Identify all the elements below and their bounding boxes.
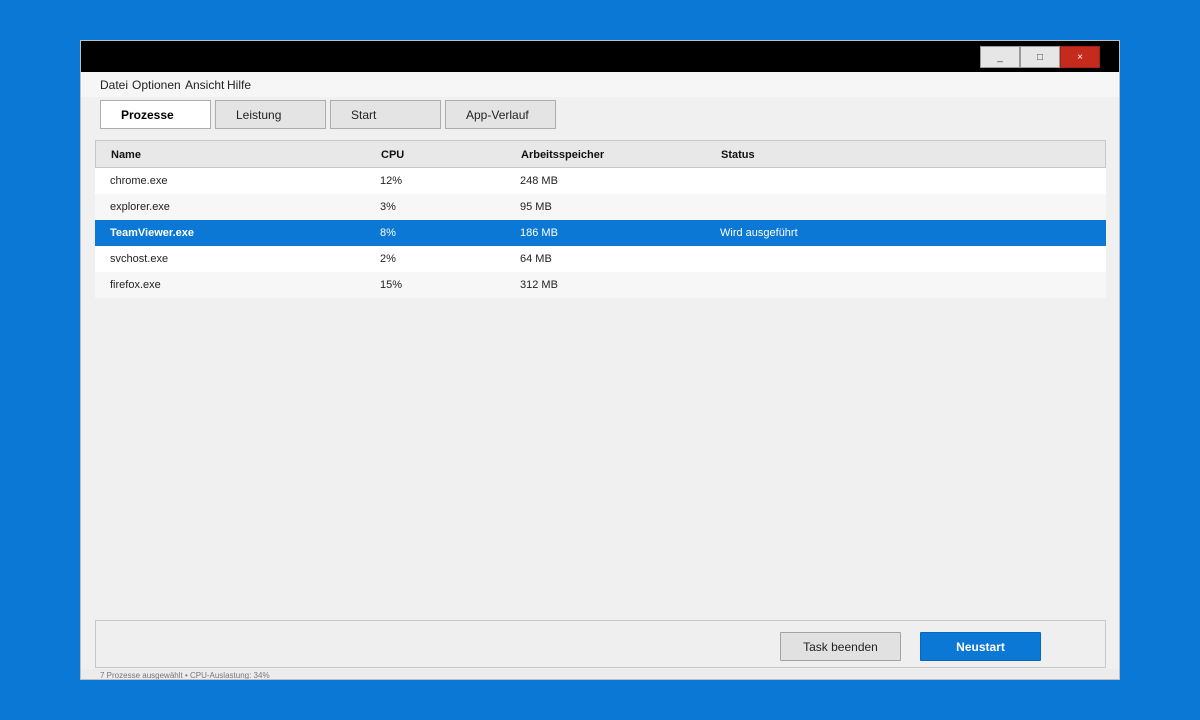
column-header-name[interactable]: Name: [111, 149, 141, 161]
menu-datei[interactable]: Datei: [100, 78, 128, 92]
menu-hilfe[interactable]: Hilfe: [227, 78, 251, 92]
process-cpu: 15%: [380, 279, 403, 291]
table-row[interactable]: svchost.exe 2% 64 MB: [95, 246, 1106, 272]
process-memory: 186 MB: [520, 227, 558, 239]
task-manager-window: _ □ × Datei Optionen Ansicht Hilfe Proze…: [80, 40, 1120, 680]
column-header-cpu[interactable]: CPU: [381, 149, 404, 161]
tab-leistung[interactable]: Leistung: [215, 100, 326, 129]
menu-bar: Datei Optionen Ansicht Hilfe: [81, 72, 1119, 97]
process-name: TeamViewer.exe: [110, 227, 194, 239]
close-button[interactable]: ×: [1060, 46, 1100, 68]
end-task-button[interactable]: Task beenden: [780, 632, 901, 661]
table-header: Name CPU Arbeitsspeicher Status: [95, 140, 1106, 168]
process-name: explorer.exe: [110, 201, 170, 213]
minimize-icon: _: [997, 51, 1003, 63]
column-header-status[interactable]: Status: [721, 149, 755, 161]
process-name: svchost.exe: [110, 253, 169, 265]
status-bar: 7 Prozesse ausgewählt • CPU-Auslastung: …: [81, 669, 1119, 680]
process-memory: 64 MB: [520, 253, 552, 265]
process-cpu: 3%: [380, 201, 396, 213]
restart-button[interactable]: Neustart: [920, 632, 1041, 661]
table-row[interactable]: chrome.exe 12% 248 MB: [95, 168, 1106, 194]
table-row[interactable]: firefox.exe 15% 312 MB: [95, 272, 1106, 298]
close-icon: ×: [1077, 51, 1083, 63]
process-memory: 312 MB: [520, 279, 558, 291]
title-bar[interactable]: _ □ ×: [81, 41, 1119, 72]
process-memory: 95 MB: [520, 201, 552, 213]
process-name: chrome.exe: [110, 175, 168, 187]
process-memory: 248 MB: [520, 175, 558, 187]
process-name: firefox.exe: [110, 279, 161, 291]
table-row[interactable]: explorer.exe 3% 95 MB: [95, 194, 1106, 220]
menu-ansicht[interactable]: Ansicht: [185, 78, 224, 92]
process-table: Name CPU Arbeitsspeicher Status chrome.e…: [95, 140, 1106, 298]
process-cpu: 12%: [380, 175, 403, 187]
action-panel: Task beenden Neustart: [95, 620, 1106, 668]
maximize-button[interactable]: □: [1020, 46, 1060, 68]
process-cpu: 8%: [380, 227, 396, 239]
process-cpu: 2%: [380, 253, 396, 265]
maximize-icon: □: [1036, 51, 1044, 63]
menu-optionen[interactable]: Optionen: [132, 78, 181, 92]
tab-app-verlauf[interactable]: App-Verlauf: [445, 100, 556, 129]
minimize-button[interactable]: _: [980, 46, 1020, 68]
column-header-memory[interactable]: Arbeitsspeicher: [521, 149, 604, 161]
tab-prozesse[interactable]: Prozesse: [100, 100, 211, 129]
tab-start[interactable]: Start: [330, 100, 441, 129]
status-text: 7 Prozesse ausgewählt • CPU-Auslastung: …: [100, 671, 270, 680]
process-status: Wird ausgeführt: [720, 227, 798, 239]
table-row-selected[interactable]: TeamViewer.exe 8% 186 MB Wird ausgeführt: [95, 220, 1106, 246]
